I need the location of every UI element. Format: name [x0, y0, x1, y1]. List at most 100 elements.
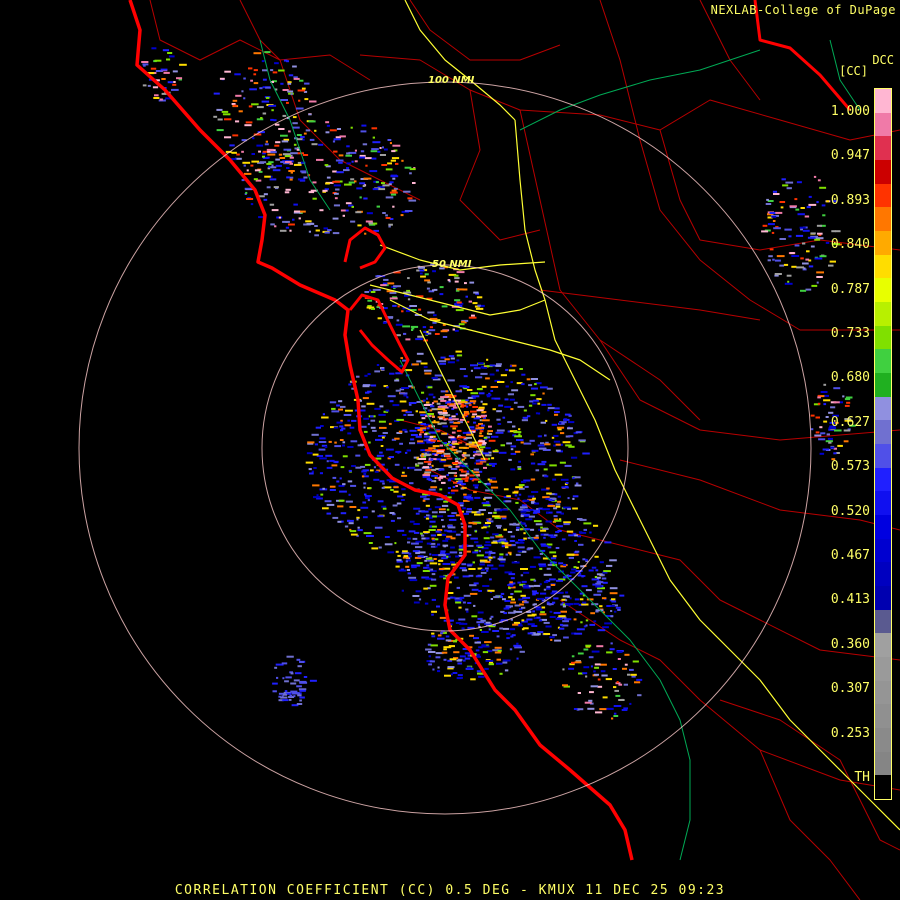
range-ring-50-label: 50 NMI — [432, 259, 472, 270]
radar-echo-pixel — [232, 134, 239, 137]
radar-echo-pixel — [580, 621, 583, 624]
radar-echo-pixel — [290, 152, 298, 155]
radar-echo-pixel — [337, 520, 342, 523]
radar-echo-pixel — [491, 465, 495, 467]
radar-echo-pixel — [312, 453, 319, 456]
radar-echo-pixel — [486, 569, 489, 572]
radar-echo-pixel — [450, 673, 453, 676]
radar-echo-pixel — [401, 159, 404, 162]
radar-echo-pixel — [342, 214, 345, 217]
radar-echo-pixel — [484, 556, 488, 559]
radar-echo-pixel — [299, 689, 306, 692]
radar-echo-pixel — [351, 419, 357, 422]
radar-echo-pixel — [387, 139, 392, 141]
radar-echo-pixel — [371, 157, 377, 160]
radar-echo-pixel — [813, 175, 817, 178]
radar-echo-pixel — [473, 582, 479, 585]
radar-echo-pixel — [382, 432, 388, 434]
radar-echo-pixel — [334, 461, 339, 464]
radar-echo-pixel — [431, 408, 439, 411]
radar-echo-pixel — [558, 562, 564, 565]
radar-echo-pixel — [474, 453, 482, 456]
radar-echo-pixel — [359, 156, 365, 159]
radar-echo-pixel — [428, 329, 436, 332]
radar-echo-pixel — [613, 686, 617, 689]
radar-echo-pixel — [526, 548, 531, 551]
radar-echo-pixel — [390, 175, 399, 178]
radar-echo-pixel — [553, 515, 558, 518]
radar-echo-pixel — [432, 515, 437, 518]
color-scale-tick: 0.787 — [830, 281, 870, 297]
radar-echo-pixel — [450, 357, 455, 360]
radar-echo-pixel — [363, 177, 372, 180]
radar-echo-pixel — [290, 93, 293, 96]
radar-echo-pixel — [253, 73, 257, 76]
color-scale-tick: 0.680 — [830, 370, 870, 386]
radar-echo-pixel — [472, 406, 478, 408]
radar-echo-pixel — [543, 581, 549, 584]
radar-echo-pixel — [319, 437, 326, 440]
radar-echo-pixel — [478, 646, 483, 649]
radar-echo-pixel — [425, 469, 432, 472]
radar-echo-pixel — [583, 648, 589, 651]
radar-echo-pixel — [482, 504, 491, 507]
radar-echo-pixel — [296, 148, 300, 151]
radar-echo-pixel — [562, 684, 568, 687]
radar-echo-pixel — [553, 597, 559, 600]
radar-echo-pixel — [455, 390, 462, 393]
radar-echo-pixel — [771, 215, 777, 218]
radar-echo-pixel — [320, 493, 324, 496]
radar-echo-pixel — [486, 358, 489, 361]
radar-echo-pixel — [502, 659, 511, 662]
radar-echo-pixel — [510, 468, 516, 471]
radar-echo-pixel — [273, 186, 279, 189]
radar-echo-pixel — [407, 572, 411, 575]
radar-echo-pixel — [306, 452, 313, 455]
radar-echo-pixel — [510, 593, 514, 595]
radar-echo-pixel — [505, 606, 510, 609]
radar-echo-pixel — [549, 551, 557, 554]
radar-echo-pixel — [480, 372, 488, 375]
radar-echo-pixel — [515, 541, 519, 544]
radar-echo-pixel — [492, 533, 499, 536]
radar-echo-pixel — [563, 636, 569, 639]
radar-echo-pixel — [428, 478, 433, 481]
radar-echo-pixel — [514, 435, 522, 438]
radar-echo-pixel — [469, 592, 478, 595]
radar-echo-pixel — [541, 460, 547, 463]
radar-echo-pixel — [402, 428, 407, 431]
radar-echo-pixel — [448, 444, 453, 446]
color-scale-swatch — [875, 775, 891, 800]
radar-echo-pixel — [819, 452, 825, 455]
radar-echo-pixel — [251, 160, 260, 163]
radar-echo-pixel — [510, 381, 513, 384]
radar-echo-pixel — [459, 385, 467, 388]
radar-echo-pixel — [533, 633, 541, 636]
radar-echo-pixel — [421, 391, 425, 394]
radar-echo-pixel — [769, 248, 774, 251]
radar-echo-pixel — [520, 574, 524, 577]
radar-echo-pixel — [426, 397, 428, 400]
county-line — [459, 89, 541, 241]
radar-echo-pixel — [442, 336, 448, 338]
radar-echo-pixel — [312, 197, 317, 200]
radar-echo-pixel — [412, 182, 416, 184]
radar-echo-pixel — [402, 534, 407, 536]
river-line — [519, 49, 761, 131]
radar-echo-pixel — [574, 661, 582, 664]
radar-echo-pixel — [342, 455, 348, 458]
radar-echo-pixel — [422, 474, 431, 477]
radar-echo-pixel — [293, 163, 302, 166]
radar-echo-pixel — [497, 526, 501, 529]
radar-echo-pixel — [519, 506, 528, 509]
radar-echo-pixel — [488, 512, 493, 514]
radar-echo-pixel — [213, 92, 220, 95]
radar-echo-pixel — [437, 422, 442, 425]
radar-echo-pixel — [234, 73, 241, 76]
radar-echo-pixel — [468, 525, 472, 528]
radar-echo-pixel — [513, 401, 518, 404]
radar-echoes — [141, 47, 856, 720]
radar-echo-pixel — [428, 655, 431, 658]
radar-echo-pixel — [416, 562, 423, 565]
radar-echo-pixel — [325, 121, 330, 124]
